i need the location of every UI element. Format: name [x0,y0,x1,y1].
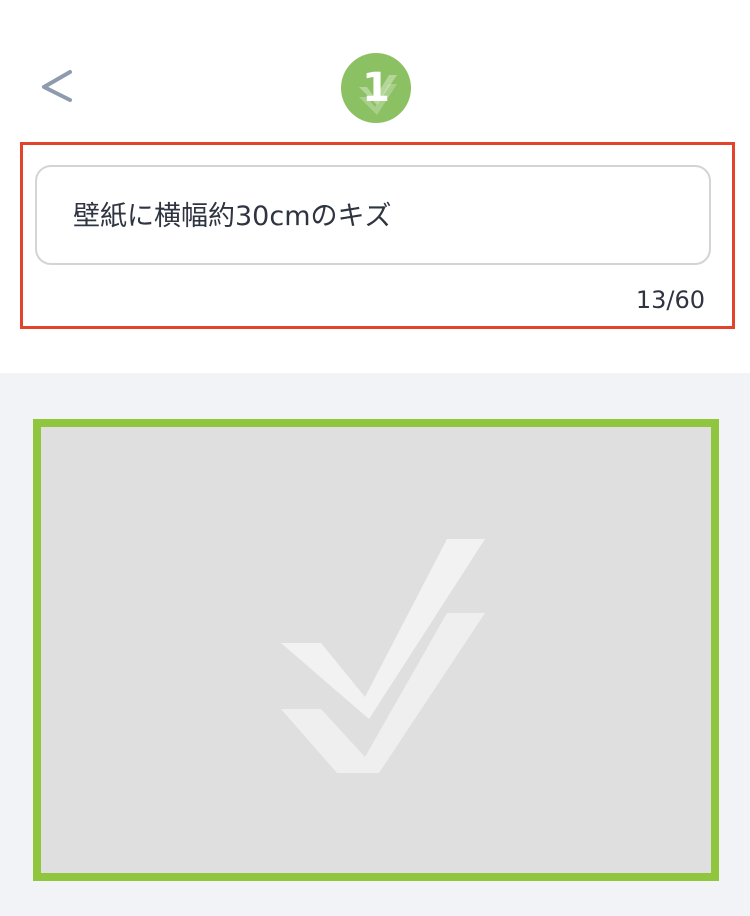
character-counter: 13/60 [635,286,705,314]
step-badge: 1 [341,53,411,123]
header: 1 [0,0,750,142]
back-button[interactable] [34,62,82,110]
double-check-icon [281,539,485,773]
photo-upload-area[interactable] [33,419,719,881]
chevron-left-icon [42,70,72,102]
step-number: 1 [362,65,390,111]
description-input[interactable]: 壁紙に横幅約30cmのキズ [35,165,711,265]
description-input-value: 壁紙に横幅約30cmのキズ [73,201,392,232]
